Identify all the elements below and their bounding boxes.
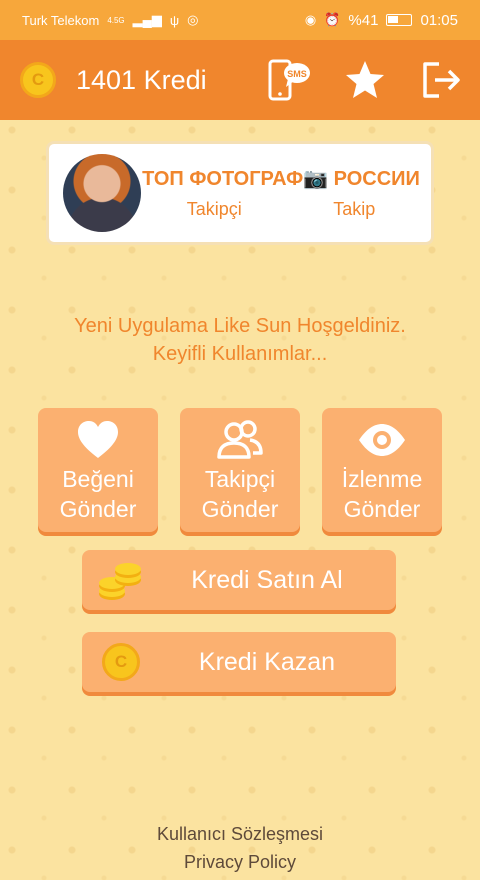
send-views-line-1: İzlenme xyxy=(341,466,423,492)
following-label: Takip xyxy=(333,198,376,219)
logout-icon[interactable] xyxy=(418,57,464,103)
credit-balance: 1401 Kredi xyxy=(76,64,207,95)
clock: 01:05 xyxy=(420,11,458,29)
eye-comfort-icon: ◉ xyxy=(304,12,317,27)
send-views-button[interactable]: İzlenme Gönder xyxy=(322,408,442,532)
status-left: Turk Telekom 4.5G ▂▄▆ ψ ◎ xyxy=(22,12,199,28)
earn-credit-button[interactable]: C Kredi Kazan xyxy=(82,632,396,692)
users-icon xyxy=(216,418,264,462)
followers-label: Takipçi xyxy=(186,198,242,219)
sms-phone-icon[interactable]: SMS xyxy=(266,57,312,103)
profile-name: ТОП ФОТОГРАФ📷 РОССИИ xyxy=(142,167,420,190)
avatar xyxy=(63,154,141,232)
network-type: 4.5G xyxy=(107,15,125,25)
battery-percent: %41 xyxy=(348,11,379,29)
header-actions: SMS xyxy=(266,57,464,103)
buy-credit-label: Kredi Satın Al xyxy=(191,565,343,594)
carrier-name: Turk Telekom xyxy=(22,12,100,28)
profile-stats: Takipçi Takip xyxy=(141,199,421,220)
send-likes-line-1: Beğeni xyxy=(62,466,134,492)
coin-letter: C xyxy=(31,70,45,89)
coin-icon: C xyxy=(20,62,56,98)
star-icon[interactable] xyxy=(342,57,388,103)
svg-text:SMS: SMS xyxy=(287,69,307,79)
heart-icon xyxy=(76,418,120,462)
welcome-line-2: Keyifli Kullanımlar... xyxy=(152,343,328,365)
alarm-icon: ⏰ xyxy=(324,12,341,27)
send-followers-line-2: Gönder xyxy=(201,496,279,522)
send-followers-label: Takipçi Gönder xyxy=(202,464,279,524)
welcome-message: Yeni Uygulama Like Sun Hoşgeldiniz. Keyi… xyxy=(0,312,480,368)
usb-icon: ψ xyxy=(169,12,180,28)
buy-credit-button[interactable]: Kredi Satın Al xyxy=(82,550,396,610)
send-likes-button[interactable]: Beğeni Gönder xyxy=(38,408,158,532)
instagram-icon: ◎ xyxy=(187,12,199,27)
app-header: C 1401 Kredi SMS xyxy=(0,40,480,120)
profile-card[interactable]: ТОП ФОТОГРАФ📷 РОССИИ Takipçi Takip xyxy=(46,141,434,245)
send-likes-line-2: Gönder xyxy=(59,496,137,522)
send-followers-button[interactable]: Takipçi Gönder xyxy=(180,408,300,532)
battery-icon xyxy=(386,14,413,26)
send-followers-line-1: Takipçi xyxy=(204,466,276,492)
status-right: ◉ ⏰ %41 01:05 xyxy=(305,12,458,29)
send-views-label: İzlenme Gönder xyxy=(342,464,423,524)
send-views-line-2: Gönder xyxy=(343,496,421,522)
privacy-policy-link[interactable]: Privacy Policy xyxy=(0,852,480,873)
welcome-line-1: Yeni Uygulama Like Sun Hoşgeldiniz. xyxy=(74,315,406,337)
terms-link[interactable]: Kullanıcı Sözleşmesi xyxy=(0,824,480,845)
eye-icon xyxy=(357,418,407,462)
profile-info: ТОП ФОТОГРАФ📷 РОССИИ Takipçi Takip xyxy=(141,167,431,220)
signal-icon: ▂▄▆ xyxy=(132,12,162,27)
send-likes-label: Beğeni Gönder xyxy=(60,464,137,524)
status-bar: Turk Telekom 4.5G ▂▄▆ ψ ◎ ◉ ⏰ %41 01:05 xyxy=(0,0,480,40)
earn-credit-label: Kredi Kazan xyxy=(198,647,336,676)
